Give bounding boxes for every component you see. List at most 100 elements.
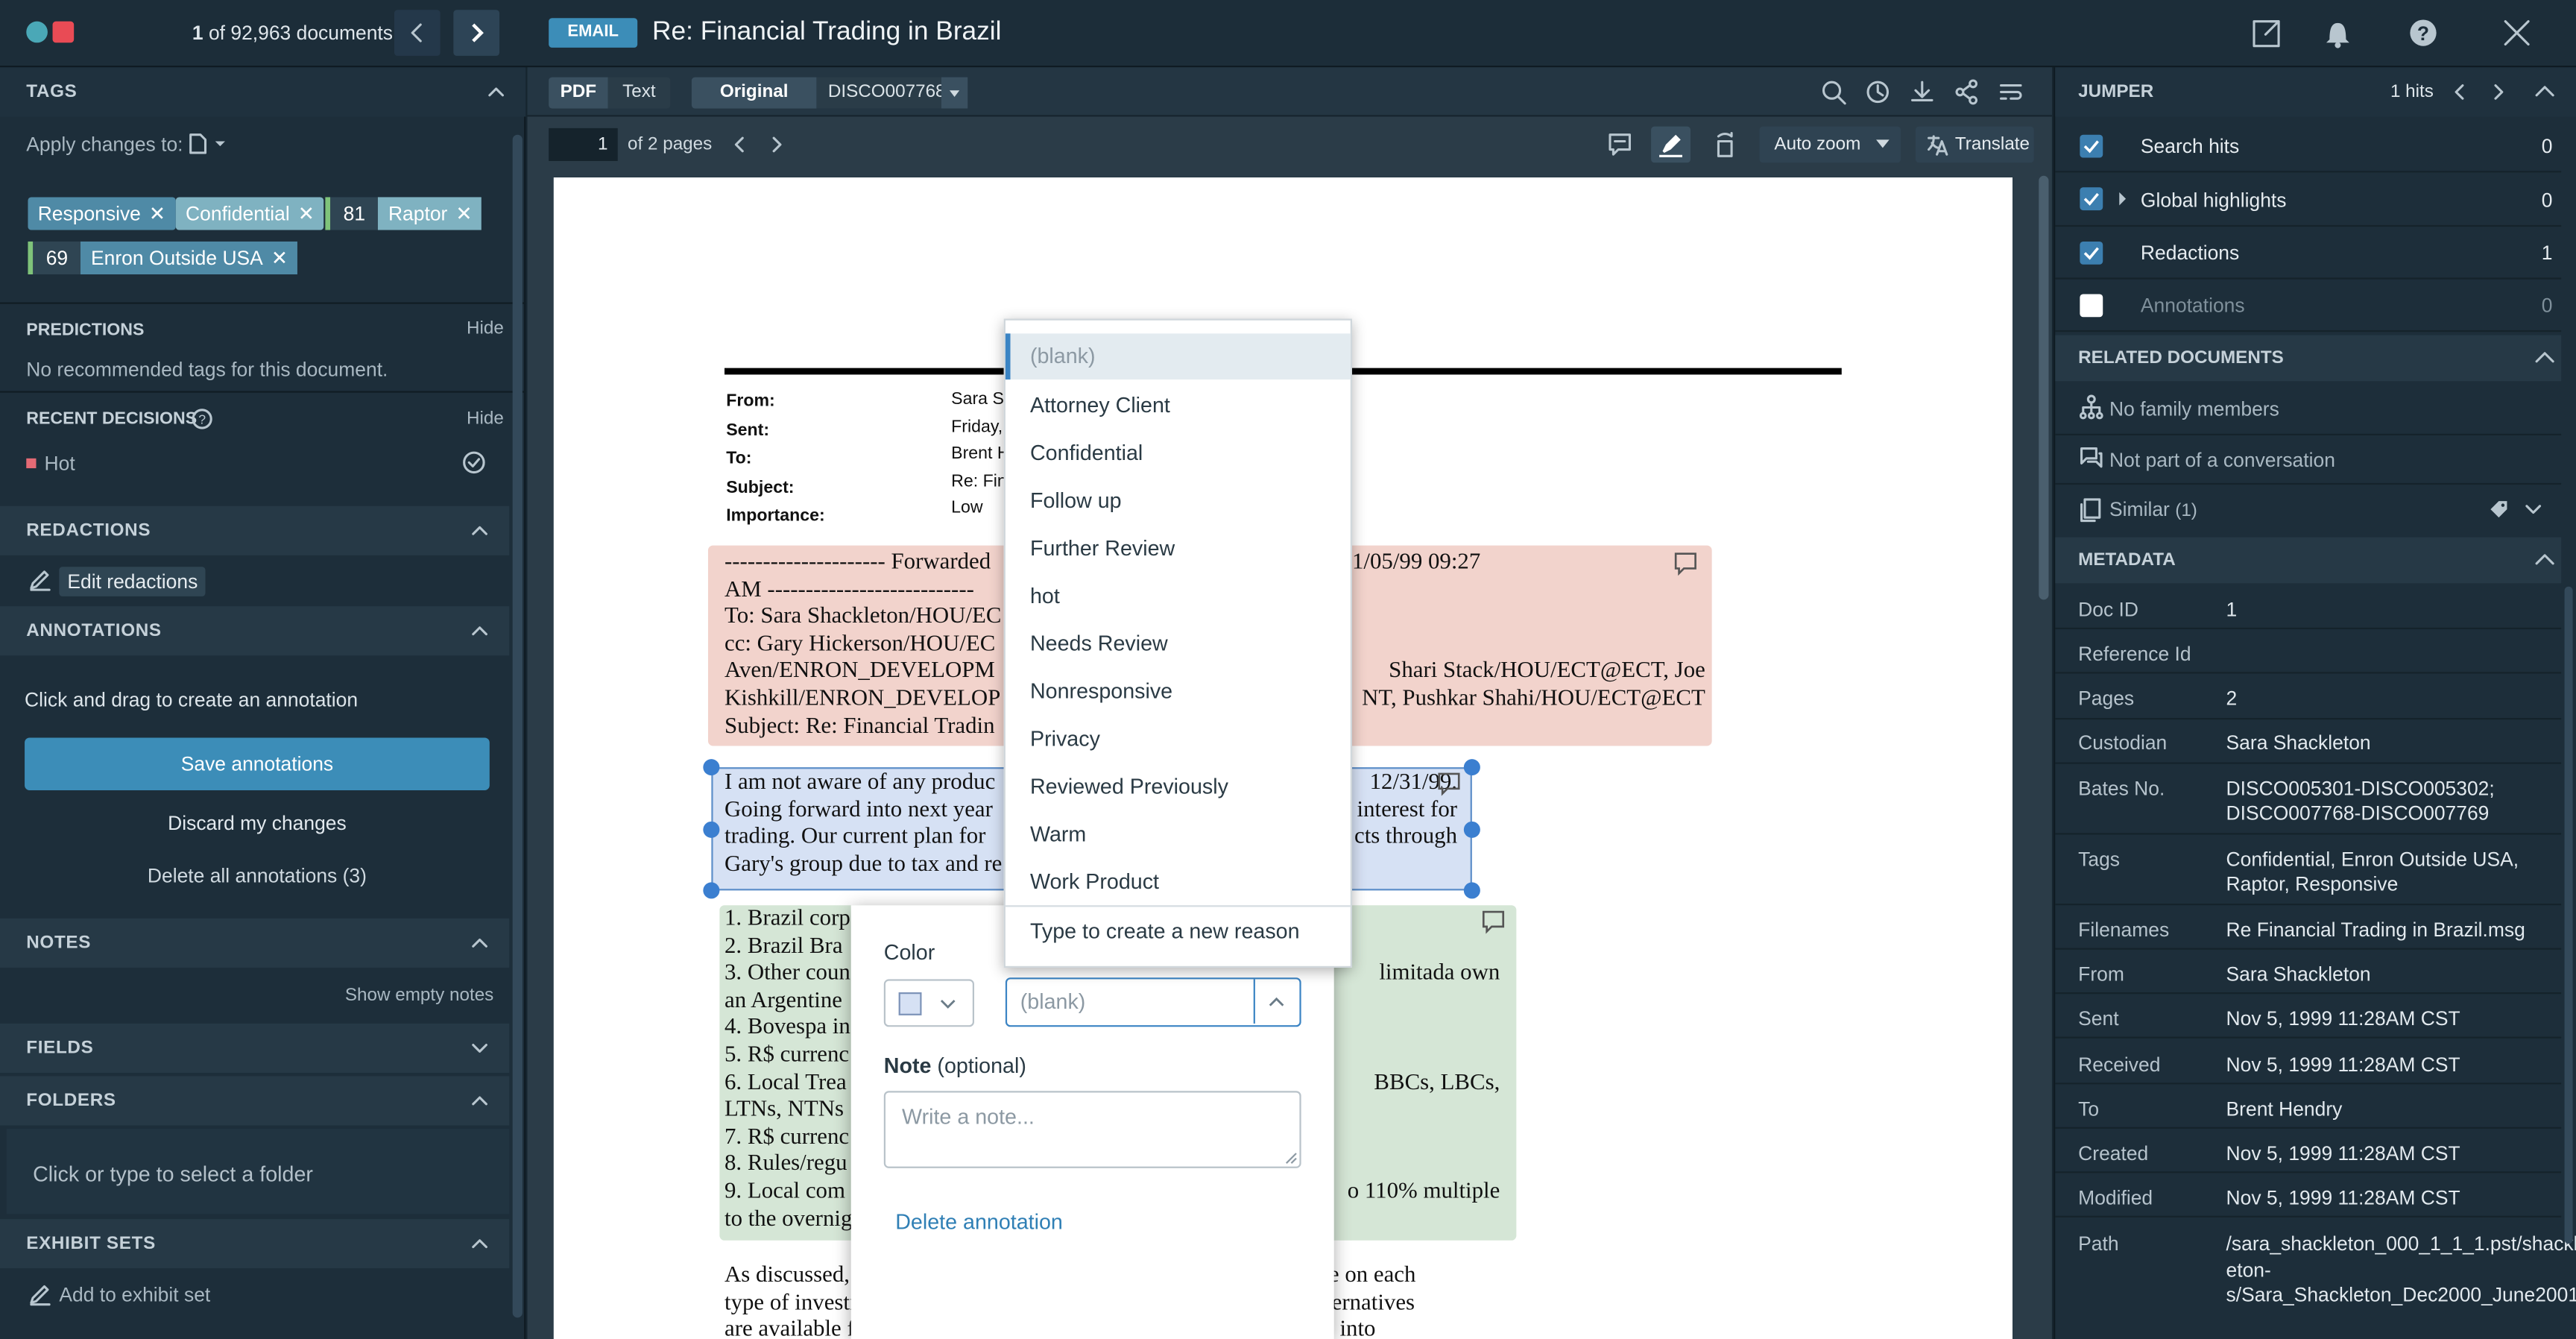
- create-new-reason-option[interactable]: Type to create a new reason: [1030, 919, 1300, 943]
- tag-icon[interactable]: [2487, 498, 2510, 521]
- fields-section-header[interactable]: FIELDS: [0, 1023, 510, 1074]
- add-to-exhibit-set-button[interactable]: Add to exhibit set: [59, 1283, 210, 1306]
- resize-handle[interactable]: [1463, 759, 1480, 776]
- redactions-section-header[interactable]: REDACTIONS: [0, 505, 510, 555]
- reason-option-blank[interactable]: (blank): [1030, 344, 1096, 368]
- open-external-icon[interactable]: [2251, 16, 2284, 49]
- remove-tag-icon[interactable]: ✕: [271, 247, 288, 270]
- reason-option-follow-up[interactable]: Follow up: [1030, 488, 1122, 512]
- resize-grip-icon[interactable]: [1285, 1152, 1298, 1165]
- recent-decisions-hide-button[interactable]: Hide: [467, 409, 504, 429]
- reason-option-reviewed-previously[interactable]: Reviewed Previously: [1030, 774, 1228, 798]
- annotations-checkbox[interactable]: [2080, 294, 2103, 318]
- next-document-button[interactable]: [453, 10, 500, 56]
- share-icon[interactable]: [1951, 78, 1981, 107]
- reason-option-confidential[interactable]: Confidential: [1030, 441, 1143, 465]
- color-select[interactable]: [883, 979, 975, 1027]
- wrap-text-icon[interactable]: [1996, 78, 2026, 107]
- redactions-checkbox[interactable]: [2080, 241, 2103, 265]
- tab-text[interactable]: Text: [607, 77, 671, 109]
- expand-caret-icon[interactable]: [2116, 189, 2130, 208]
- jumper-row-global-highlights[interactable]: Global highlights 0: [2055, 172, 2562, 227]
- edit-redactions-button[interactable]: Edit redactions: [59, 567, 206, 596]
- prev-page-icon[interactable]: [727, 133, 751, 156]
- jumper-row-search-hits[interactable]: Search hits 0: [2055, 119, 2562, 173]
- jumper-row-redactions[interactable]: Redactions 1: [2055, 227, 2562, 280]
- rotate-icon[interactable]: [1710, 130, 1740, 160]
- related-documents-section-header[interactable]: RELATED DOCUMENTS: [2055, 335, 2562, 382]
- tag-chip-responsive[interactable]: Responsive ✕: [28, 197, 176, 230]
- reason-option-nonresponsive[interactable]: Nonresponsive: [1030, 678, 1172, 703]
- prev-hit-icon[interactable]: [2449, 81, 2469, 104]
- history-icon[interactable]: [1863, 78, 1892, 107]
- jumper-row-annotations[interactable]: Annotations 0: [2055, 280, 2562, 333]
- save-annotations-button[interactable]: Save annotations: [25, 737, 490, 790]
- left-scrollbar[interactable]: [512, 134, 523, 1318]
- chevron-down-icon[interactable]: [2523, 500, 2542, 519]
- tab-original[interactable]: Original: [691, 77, 817, 109]
- comment-icon[interactable]: [1480, 909, 1506, 935]
- resize-handle[interactable]: [703, 759, 720, 776]
- recent-decision-color-dot: [26, 458, 37, 469]
- reason-select-input[interactable]: (blank): [1005, 977, 1301, 1027]
- notes-section-header[interactable]: NOTES: [0, 918, 510, 968]
- folders-section-header[interactable]: FOLDERS: [0, 1076, 510, 1126]
- apply-changes-dropdown[interactable]: [187, 131, 230, 157]
- predictions-hide-button[interactable]: Hide: [467, 319, 504, 338]
- note-textarea[interactable]: Write a note...: [883, 1091, 1301, 1168]
- delete-annotation-button[interactable]: Delete annotation: [895, 1209, 1063, 1234]
- translate-button[interactable]: Translate: [1915, 126, 2034, 163]
- remove-tag-icon[interactable]: ✕: [298, 202, 315, 225]
- viewer-scrollbar[interactable]: [2039, 175, 2049, 600]
- next-page-icon[interactable]: [765, 133, 789, 156]
- reason-option-warm[interactable]: Warm: [1030, 822, 1086, 846]
- check-circle-icon[interactable]: [461, 450, 486, 475]
- bell-icon[interactable]: [2321, 16, 2354, 49]
- jumper-hits: 1 hits: [2390, 82, 2434, 102]
- reason-option-attorney-client[interactable]: Attorney Client: [1030, 393, 1170, 418]
- exhibit-sets-section-header[interactable]: EXHIBIT SETS: [0, 1219, 510, 1269]
- comment-icon[interactable]: [1436, 771, 1462, 797]
- tag-chip-enron-outside-usa[interactable]: 69 Enron Outside USA ✕: [28, 241, 298, 275]
- chevron-down-icon: [472, 1043, 487, 1053]
- resize-handle[interactable]: [703, 821, 720, 838]
- comment-icon[interactable]: [1605, 130, 1635, 160]
- metadata-section-header[interactable]: METADATA: [2055, 537, 2562, 584]
- close-icon[interactable]: [2501, 16, 2534, 49]
- zoom-select[interactable]: Auto zoom: [1759, 126, 1901, 163]
- right-scrollbar[interactable]: [2564, 586, 2573, 1244]
- reason-option-needs-review[interactable]: Needs Review: [1030, 631, 1168, 655]
- highlight-tool-button[interactable]: [1651, 126, 1691, 163]
- version-select[interactable]: DISCO007768: [816, 77, 968, 109]
- chevron-up-icon[interactable]: [2534, 81, 2557, 104]
- tag-chip-raptor[interactable]: 81 Raptor ✕: [325, 197, 482, 230]
- delete-all-annotations-button[interactable]: Delete all annotations (3): [25, 864, 490, 887]
- comment-icon[interactable]: [1673, 550, 1699, 576]
- search-hits-checkbox[interactable]: [2080, 134, 2103, 158]
- reason-option-work-product[interactable]: Work Product: [1030, 869, 1159, 894]
- similar-documents-link[interactable]: Similar (1): [2109, 498, 2197, 521]
- search-icon[interactable]: [1819, 78, 1849, 107]
- remove-tag-icon[interactable]: ✕: [149, 202, 165, 225]
- download-icon[interactable]: [1907, 78, 1937, 107]
- discard-changes-button[interactable]: Discard my changes: [25, 812, 490, 835]
- tag-chip-confidential[interactable]: Confidential ✕: [175, 197, 325, 230]
- reason-option-privacy[interactable]: Privacy: [1030, 726, 1100, 751]
- reason-option-further-review[interactable]: Further Review: [1030, 535, 1175, 560]
- resize-handle[interactable]: [1463, 882, 1480, 899]
- annotations-section-header[interactable]: ANNOTATIONS: [0, 606, 510, 656]
- global-highlights-checkbox[interactable]: [2080, 187, 2103, 211]
- resize-handle[interactable]: [703, 882, 720, 899]
- show-empty-notes-button[interactable]: Show empty notes: [345, 986, 493, 1005]
- help-circle-icon[interactable]: ?: [191, 408, 214, 431]
- folder-select-input[interactable]: Click or type to select a folder: [6, 1128, 510, 1214]
- next-hit-icon[interactable]: [2489, 81, 2508, 104]
- remove-tag-icon[interactable]: ✕: [455, 202, 472, 225]
- tags-section-header[interactable]: TAGS: [0, 67, 526, 117]
- tab-pdf[interactable]: PDF: [549, 77, 608, 109]
- page-number-input[interactable]: 1: [549, 127, 618, 161]
- help-icon[interactable]: ?: [2407, 16, 2440, 49]
- prev-document-button[interactable]: [394, 10, 441, 56]
- resize-handle[interactable]: [1463, 821, 1480, 838]
- reason-option-hot[interactable]: hot: [1030, 583, 1060, 608]
